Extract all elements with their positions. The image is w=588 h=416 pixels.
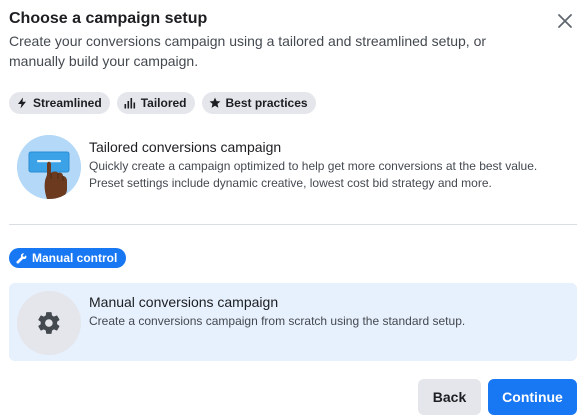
dialog-subtitle: Create your conversions campaign using a… xyxy=(9,33,487,69)
tag-streamlined: Streamlined xyxy=(9,92,110,114)
tag-best-practices: Best practices xyxy=(201,92,316,114)
tailored-option-text: Tailored conversions campaign Quickly cr… xyxy=(89,138,559,192)
close-icon xyxy=(558,14,572,28)
section-divider xyxy=(9,224,577,225)
manual-option-text: Manual conversions campaign Create a con… xyxy=(89,293,559,330)
tailored-campaign-option[interactable]: Tailored conversions campaign Quickly cr… xyxy=(9,127,577,209)
bar-chart-icon xyxy=(124,98,135,109)
manual-campaign-option[interactable]: Manual conversions campaign Create a con… xyxy=(9,283,577,361)
manual-option-description: Create a conversions campaign from scrat… xyxy=(89,314,466,328)
manual-control-badge: Manual control xyxy=(9,248,127,268)
gear-icon-container xyxy=(17,291,81,355)
wrench-icon xyxy=(16,252,27,264)
gear-icon xyxy=(38,312,60,334)
tailored-option-title: Tailored conversions campaign xyxy=(89,139,282,155)
close-button[interactable] xyxy=(556,12,574,30)
continue-button[interactable]: Continue xyxy=(488,379,577,415)
tag-label: Tailored xyxy=(140,96,187,110)
lightning-icon xyxy=(18,97,26,109)
hand-tapping-card-illustration xyxy=(17,135,81,199)
back-button[interactable]: Back xyxy=(418,379,481,415)
manual-badge-label: Manual control xyxy=(32,251,118,265)
tag-label: Streamlined xyxy=(33,96,102,110)
tag-tailored: Tailored xyxy=(116,92,195,114)
manual-option-title: Manual conversions campaign xyxy=(89,294,279,310)
star-icon xyxy=(209,97,220,108)
campaign-setup-dialog: Choose a campaign setup Create your conv… xyxy=(0,0,588,416)
tag-label: Best practices xyxy=(225,96,308,110)
tailored-option-description: Quickly create a campaign optimized to h… xyxy=(89,159,538,190)
feature-tags: Streamlined Tailored Best practices xyxy=(9,92,316,114)
dialog-title: Choose a campaign setup xyxy=(9,10,208,27)
